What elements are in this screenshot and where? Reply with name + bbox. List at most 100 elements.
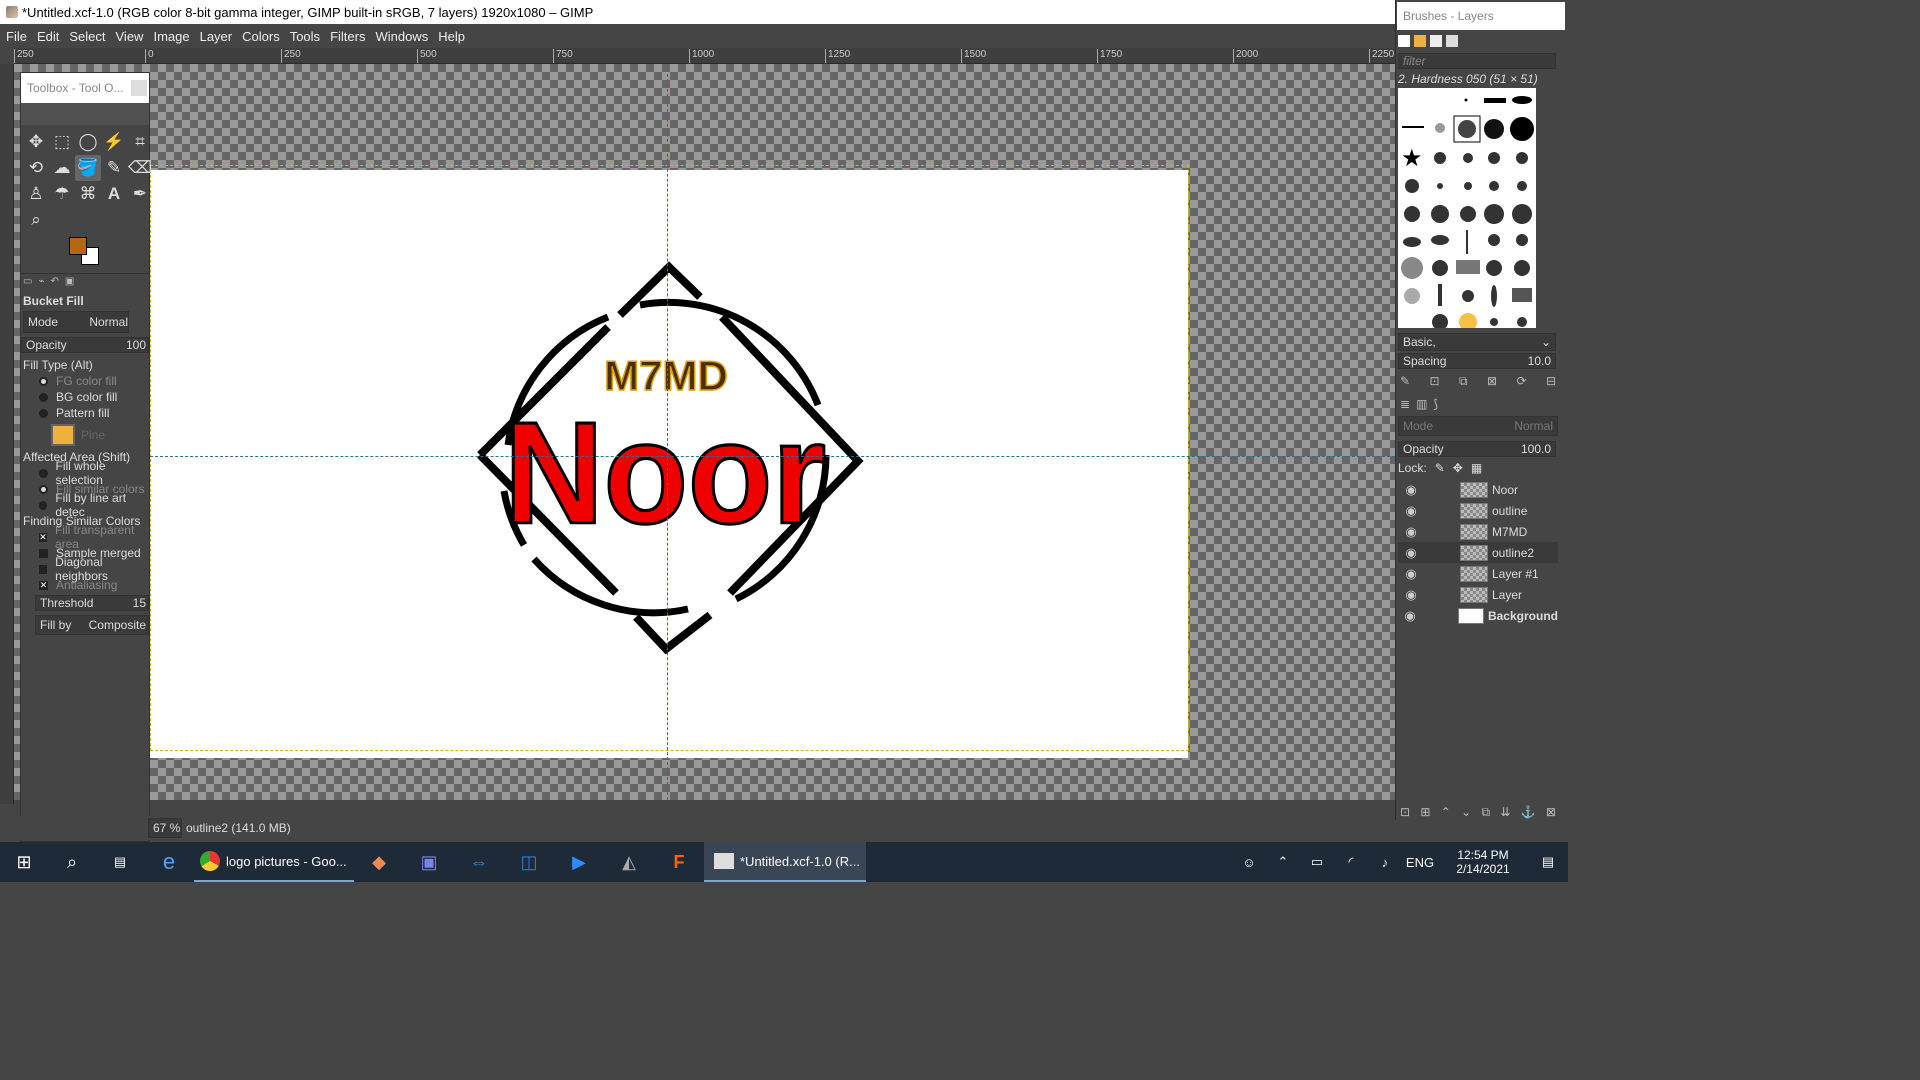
paths-tool-icon[interactable]: ⌘: [75, 181, 101, 207]
layers-tab-icon[interactable]: ≣: [1400, 397, 1410, 411]
color-picker-tool-icon[interactable]: ✒: [127, 181, 153, 207]
teamviewer-icon[interactable]: ⇔: [454, 842, 504, 882]
text-tool-icon[interactable]: A: [101, 181, 127, 207]
eye-icon[interactable]: ◉: [1398, 482, 1424, 498]
vertical-guide[interactable]: [667, 64, 668, 800]
layer-row[interactable]: ◉ Noor: [1398, 479, 1558, 500]
duplicate-brush-icon[interactable]: ⧉: [1459, 374, 1468, 388]
fuzzy-select-tool-icon[interactable]: ⚡: [101, 129, 127, 155]
zoom-dropdown[interactable]: 67 %: [148, 818, 182, 838]
eye-icon[interactable]: ◉: [1398, 524, 1424, 540]
layer-row[interactable]: ◉ Background: [1398, 605, 1558, 626]
foreground-color-swatch[interactable]: [69, 237, 87, 255]
horizontal-ruler[interactable]: 250 0 250 500 750 1000 1250 1500 1750 20…: [14, 48, 1395, 64]
zoom-icon[interactable]: ▶: [554, 842, 604, 882]
people-icon[interactable]: ☺: [1232, 842, 1266, 882]
volume-icon[interactable]: ♪: [1368, 842, 1402, 882]
patterns-tab-icon[interactable]: [1414, 35, 1426, 47]
teams-icon[interactable]: ▣: [404, 842, 454, 882]
brush-menu-icon[interactable]: ⊟: [1546, 374, 1556, 388]
edge-icon[interactable]: e: [144, 842, 194, 882]
lock-pixels-icon[interactable]: ✎: [1435, 461, 1445, 475]
menu-help[interactable]: Help: [438, 29, 465, 44]
layer-row[interactable]: ◉ Layer: [1398, 584, 1558, 605]
delete-brush-icon[interactable]: ⊠: [1487, 374, 1497, 388]
delete-layer-icon[interactable]: ⊠: [1546, 805, 1556, 819]
lock-alpha-icon[interactable]: ▦: [1471, 461, 1482, 475]
taskbar-gimp-button[interactable]: *Untitled.xcf-1.0 (R...: [704, 842, 866, 882]
new-layer-icon[interactable]: ⊡: [1400, 805, 1410, 819]
paths-tab-icon[interactable]: ⟆: [1433, 397, 1438, 411]
pattern-selector[interactable]: Pine: [21, 421, 149, 449]
new-brush-icon[interactable]: ⊡: [1429, 374, 1439, 388]
transform-tool-icon[interactable]: ⟲: [23, 155, 49, 181]
refresh-icon[interactable]: ⟳: [1516, 374, 1526, 388]
bucket-fill-tool-icon[interactable]: 🪣: [75, 155, 101, 181]
fill-line-art-radio[interactable]: Fill by line art detec: [21, 491, 149, 519]
toolbox-header[interactable]: Toolbox - Tool O...: [21, 73, 149, 103]
notification-icon[interactable]: ▤: [1528, 842, 1568, 882]
menu-windows[interactable]: Windows: [375, 29, 428, 44]
logo-artwork[interactable]: M7MD Noor: [460, 255, 880, 665]
zoom-tool-icon[interactable]: ⌕: [23, 207, 49, 233]
clock[interactable]: 12:54 PM 2/14/2021: [1438, 842, 1528, 882]
mode-dropdown[interactable]: Mode Normal: [23, 311, 129, 333]
lock-position-icon[interactable]: ✥: [1453, 461, 1463, 475]
device-status-tab-icon[interactable]: ⌁: [38, 276, 44, 287]
warp-tool-icon[interactable]: ☁: [49, 155, 75, 181]
git-icon[interactable]: ◆: [354, 842, 404, 882]
menu-select[interactable]: Select: [69, 29, 105, 44]
menu-image[interactable]: Image: [153, 29, 189, 44]
clone-tool-icon[interactable]: ♙: [23, 181, 49, 207]
pattern-swatch[interactable]: [51, 424, 75, 446]
tool-options-tab-icon[interactable]: ▭: [23, 276, 32, 287]
eye-icon[interactable]: ◉: [1398, 545, 1424, 561]
battery-icon[interactable]: ▭: [1300, 842, 1334, 882]
layer-row[interactable]: ◉ Layer #1: [1398, 563, 1558, 584]
menu-file[interactable]: File: [6, 29, 27, 44]
chevron-up-icon[interactable]: ⌃: [1266, 842, 1300, 882]
fill-whole-selection-radio[interactable]: Fill whole selection: [21, 459, 149, 487]
eraser-tool-icon[interactable]: ⌫: [127, 155, 153, 181]
file-app-icon[interactable]: F: [654, 842, 704, 882]
task-view-icon[interactable]: ▤: [96, 842, 144, 882]
onenote-icon[interactable]: ◫: [504, 842, 554, 882]
threshold-slider[interactable]: Threshold 15: [35, 595, 149, 611]
horizontal-guide[interactable]: [150, 456, 1395, 457]
menu-edit[interactable]: Edit: [37, 29, 59, 44]
images-tab-icon[interactable]: ▣: [65, 276, 74, 287]
smudge-tool-icon[interactable]: ☂: [49, 181, 75, 207]
dock-title-bar[interactable]: Brushes - Layers: [1397, 2, 1565, 30]
channels-tab-icon[interactable]: ▥: [1416, 397, 1427, 411]
opacity-slider[interactable]: Opacity 100: [21, 337, 149, 353]
windows-start-icon[interactable]: ⊞: [0, 842, 48, 882]
new-group-icon[interactable]: ⊞: [1420, 805, 1430, 819]
fonts-tab-icon[interactable]: [1430, 35, 1442, 47]
menu-colors[interactable]: Colors: [242, 29, 280, 44]
anchor-layer-icon[interactable]: ⚓: [1521, 805, 1536, 819]
duplicate-layer-icon[interactable]: ⧉: [1481, 805, 1490, 819]
layer-row[interactable]: ◉ M7MD: [1398, 521, 1558, 542]
crop-tool-icon[interactable]: ⌗: [127, 129, 153, 155]
raise-layer-icon[interactable]: ⌃: [1441, 805, 1451, 819]
paintbrush-tool-icon[interactable]: ✎: [101, 155, 127, 181]
layer-mode-dropdown[interactable]: Mode Normal: [1398, 416, 1558, 436]
brush-filter-input[interactable]: filter: [1398, 53, 1556, 69]
eye-icon[interactable]: ◉: [1398, 503, 1424, 519]
menu-layer[interactable]: Layer: [200, 29, 233, 44]
brush-preset-dropdown[interactable]: Basic, ⌄: [1398, 333, 1556, 351]
rect-select-tool-icon[interactable]: ⬚: [49, 129, 75, 155]
merge-layer-icon[interactable]: ⇊: [1500, 805, 1510, 819]
eye-icon[interactable]: ◉: [1398, 608, 1422, 624]
eye-icon[interactable]: ◉: [1398, 566, 1424, 582]
menu-filters[interactable]: Filters: [330, 29, 365, 44]
wifi-icon[interactable]: ◜: [1334, 842, 1368, 882]
gimp-pinned-icon[interactable]: ◭: [604, 842, 654, 882]
move-tool-icon[interactable]: ✥: [23, 129, 49, 155]
brushes-tab-icon[interactable]: [1398, 35, 1410, 47]
spacing-slider[interactable]: Spacing 10.0: [1398, 353, 1556, 369]
bg-fill-radio[interactable]: BG color fill: [21, 389, 149, 405]
diagonal-neighbors-checkbox[interactable]: Diagonal neighbors: [21, 555, 149, 583]
lower-layer-icon[interactable]: ⌄: [1461, 805, 1471, 819]
layer-opacity-slider[interactable]: Opacity 100.0: [1398, 441, 1556, 457]
